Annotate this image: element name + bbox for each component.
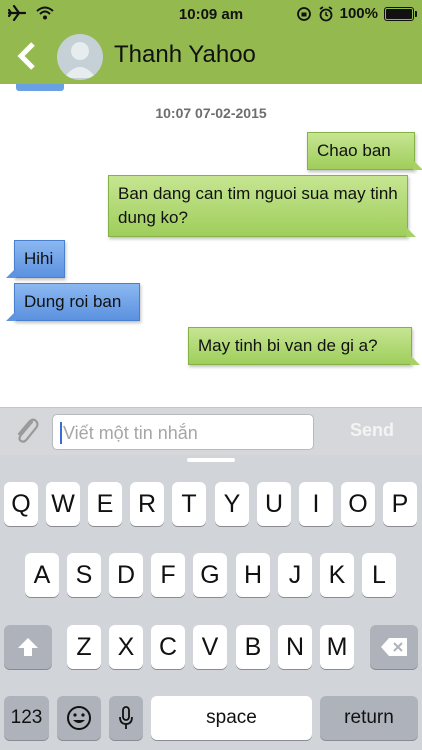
shift-arrow-icon <box>18 638 38 656</box>
key-i[interactable]: I <box>299 482 333 526</box>
message-text: Ban dang can tim nguoi sua may tinh dung… <box>118 184 398 227</box>
key-g[interactable]: G <box>193 553 227 597</box>
dictation-key[interactable] <box>109 696 143 740</box>
message-text: Hihi <box>24 249 54 268</box>
composer-bar: Send <box>0 407 422 455</box>
message-text: May tinh bi van de gi a? <box>198 336 378 355</box>
key-n[interactable]: N <box>278 625 312 669</box>
date-stamp: 10:07 07-02-2015 <box>155 105 267 121</box>
emoji-key[interactable] <box>57 696 101 740</box>
key-t[interactable]: T <box>172 482 206 526</box>
paperclip-icon[interactable] <box>12 416 42 448</box>
key-p[interactable]: P <box>383 482 417 526</box>
previous-message-fragment <box>16 84 64 91</box>
key-b[interactable]: B <box>236 625 270 669</box>
key-a[interactable]: A <box>25 553 59 597</box>
numbers-key[interactable]: 123 <box>4 696 49 740</box>
key-c[interactable]: C <box>151 625 185 669</box>
chat-header: 10:09 am 100% Thanh Yahoo <box>0 0 422 84</box>
key-q[interactable]: Q <box>4 482 38 526</box>
key-l[interactable]: L <box>362 553 396 597</box>
key-y[interactable]: Y <box>215 482 249 526</box>
message-list[interactable]: 10:07 07-02-2015 Chao ban Ban dang can t… <box>0 84 422 407</box>
key-s[interactable]: S <box>67 553 101 597</box>
message-bubble-incoming[interactable]: Hihi <box>6 240 65 278</box>
key-u[interactable]: U <box>257 482 291 526</box>
delete-key[interactable] <box>370 625 418 669</box>
key-z[interactable]: Z <box>67 625 101 669</box>
message-input-field[interactable] <box>52 414 314 451</box>
key-k[interactable]: K <box>320 553 354 597</box>
message-text: Chao ban <box>317 141 391 160</box>
key-v[interactable]: V <box>193 625 227 669</box>
keyboard-grip <box>187 458 235 462</box>
microphone-icon <box>119 706 133 729</box>
key-j[interactable]: J <box>278 553 312 597</box>
alarm-icon <box>319 5 333 21</box>
message-input[interactable] <box>61 415 305 451</box>
key-f[interactable]: F <box>151 553 185 597</box>
key-h[interactable]: H <box>236 553 270 597</box>
key-r[interactable]: R <box>130 482 164 526</box>
key-e[interactable]: E <box>88 482 122 526</box>
message-text: Dung roi ban <box>24 292 122 311</box>
shift-key[interactable] <box>4 625 52 669</box>
return-key[interactable]: return <box>320 696 418 740</box>
key-m[interactable]: M <box>320 625 354 669</box>
status-bar: 10:09 am 100% <box>0 0 422 28</box>
message-bubble-outgoing[interactable]: Ban dang can tim nguoi sua may tinh dung… <box>108 175 416 237</box>
contact-name[interactable]: Thanh Yahoo <box>114 41 256 69</box>
backspace-icon <box>381 638 407 656</box>
message-bubble-incoming[interactable]: Dung roi ban <box>6 283 140 321</box>
keyboard: Q W E R T Y U I O P A S D F G H J K L Z … <box>0 455 422 750</box>
message-bubble-outgoing[interactable]: May tinh bi van de gi a? <box>188 327 420 365</box>
message-bubble-outgoing[interactable]: Chao ban <box>307 132 422 170</box>
orientation-lock-icon <box>296 6 311 21</box>
key-o[interactable]: O <box>341 482 375 526</box>
status-right: 100% <box>296 5 417 22</box>
battery-percent: 100% <box>339 5 378 22</box>
contact-avatar[interactable] <box>57 34 103 80</box>
key-x[interactable]: X <box>109 625 143 669</box>
send-button[interactable]: Send <box>330 420 414 441</box>
space-key[interactable]: space <box>151 696 312 740</box>
key-d[interactable]: D <box>109 553 143 597</box>
battery-icon <box>384 6 417 21</box>
key-w[interactable]: W <box>46 482 80 526</box>
person-icon <box>64 42 96 78</box>
back-chevron-icon[interactable] <box>16 42 38 70</box>
emoji-icon <box>67 706 91 730</box>
